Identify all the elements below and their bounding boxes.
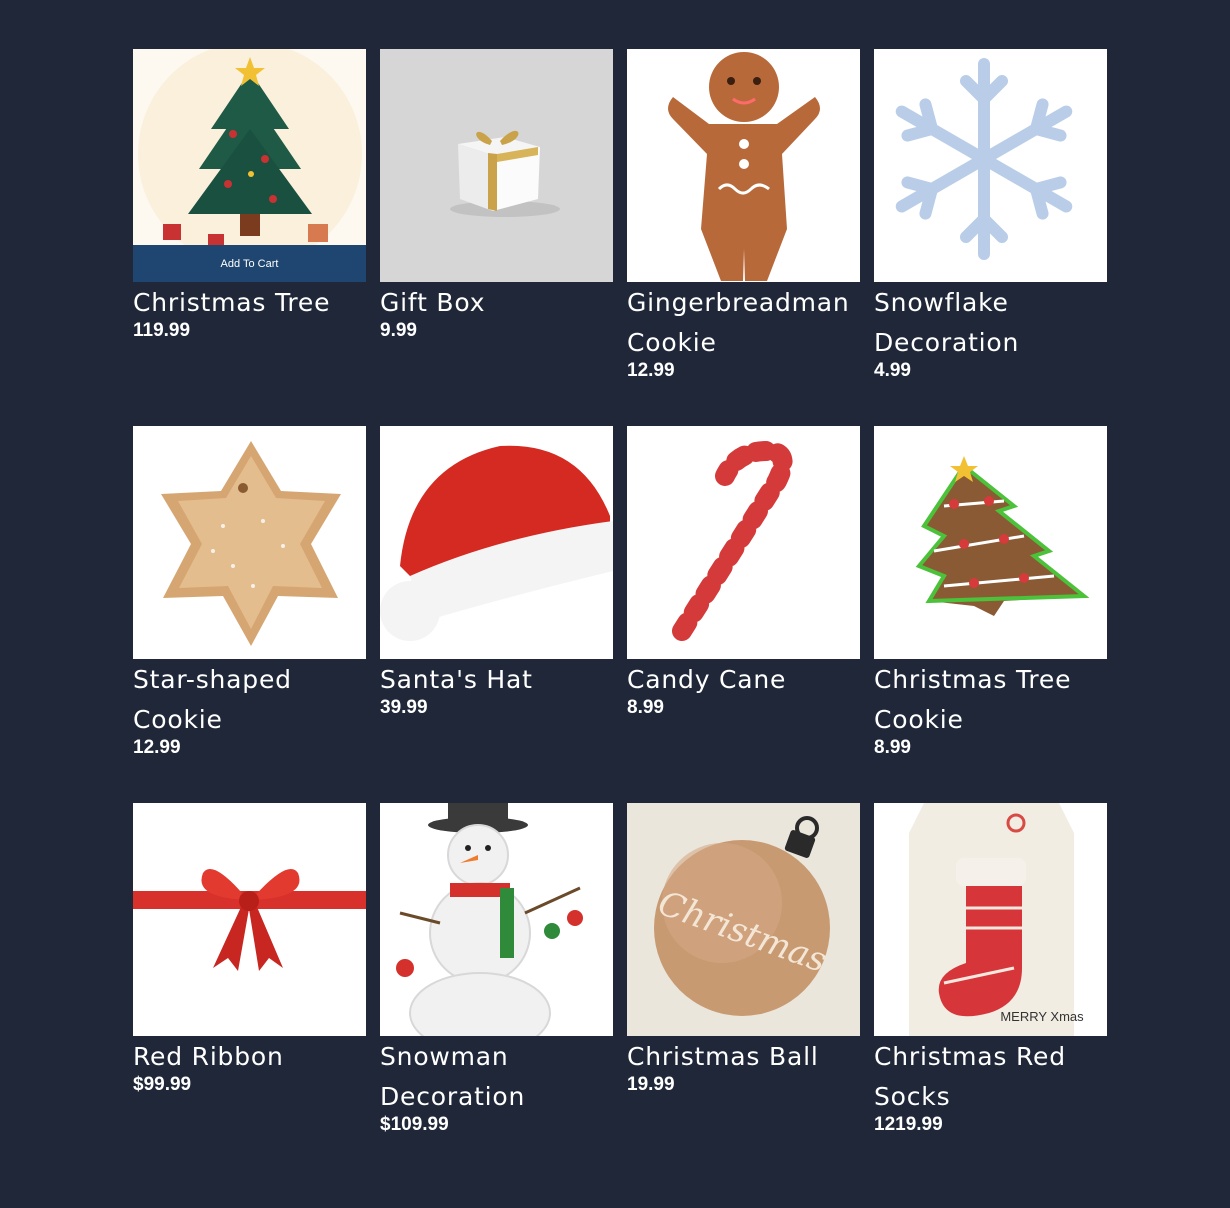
- snowflake-icon: [895, 58, 1073, 260]
- product-card[interactable]: Santa's Hat 39.99: [380, 426, 613, 803]
- product-card[interactable]: Christmas Tree Cookie 8.99: [874, 426, 1107, 803]
- product-name: Snowman Decoration: [380, 1042, 526, 1111]
- santa-hat-icon: [380, 445, 613, 641]
- product-price: 8.99: [874, 737, 911, 758]
- product-image[interactable]: [874, 49, 1107, 282]
- product-image[interactable]: Add To Cart: [133, 49, 366, 282]
- product-name: Christmas Tree Cookie: [874, 665, 1072, 734]
- product-card[interactable]: Gingerbreadman Cookie 12.99: [627, 49, 860, 426]
- product-price: 1219.99: [874, 1114, 943, 1135]
- product-card[interactable]: Christmas Christmas Ball 19.99: [627, 803, 860, 1180]
- product-image[interactable]: MERRY Xmas: [874, 803, 1107, 1036]
- product-price: 12.99: [627, 360, 675, 381]
- product-card[interactable]: MERRY Xmas Christmas Red Socks 1219.99: [874, 803, 1107, 1180]
- christmas-stocking-icon: MERRY Xmas: [909, 803, 1084, 1036]
- product-image[interactable]: [380, 426, 613, 659]
- product-card[interactable]: Snowflake Decoration 4.99: [874, 49, 1107, 426]
- christmas-ball-icon: Christmas: [653, 816, 832, 1016]
- product-image[interactable]: [380, 803, 613, 1036]
- product-name: Star-shaped Cookie: [133, 665, 292, 734]
- product-image[interactable]: [874, 426, 1107, 659]
- product-name: Gingerbreadman Cookie: [627, 288, 850, 357]
- product-price: 9.99: [380, 320, 417, 341]
- product-image[interactable]: [133, 803, 366, 1036]
- snowman-icon: [396, 803, 583, 1036]
- product-name: Snowflake Decoration: [874, 288, 1020, 357]
- product-grid: Add To Cart Christmas Tree 119.99 Gift B…: [133, 49, 1107, 1180]
- gingerbread-man-icon: [668, 52, 820, 281]
- gift-box-icon: [450, 130, 560, 217]
- product-card[interactable]: Snowman Decoration $109.99: [380, 803, 613, 1180]
- star-cookie-icon: [161, 441, 341, 646]
- candy-cane-icon: [672, 440, 793, 641]
- product-card[interactable]: Gift Box 9.99: [380, 49, 613, 426]
- product-image[interactable]: [627, 49, 860, 282]
- product-image[interactable]: [380, 49, 613, 282]
- red-ribbon-icon: [133, 869, 366, 971]
- product-card[interactable]: Red Ribbon $99.99: [133, 803, 366, 1180]
- product-image[interactable]: Christmas: [627, 803, 860, 1036]
- product-image[interactable]: [133, 426, 366, 659]
- product-price: 12.99: [133, 737, 181, 758]
- tree-cookie-icon: [915, 456, 1090, 616]
- product-card[interactable]: Add To Cart Christmas Tree 119.99: [133, 49, 366, 426]
- tag-text: MERRY Xmas: [1000, 1009, 1084, 1024]
- product-card[interactable]: Star-shaped Cookie 12.99: [133, 426, 366, 803]
- product-name: Christmas Red Socks: [874, 1042, 1066, 1111]
- product-card[interactable]: Candy Cane 8.99: [627, 426, 860, 803]
- add-to-cart-button[interactable]: Add To Cart: [133, 245, 366, 282]
- product-image[interactable]: [627, 426, 860, 659]
